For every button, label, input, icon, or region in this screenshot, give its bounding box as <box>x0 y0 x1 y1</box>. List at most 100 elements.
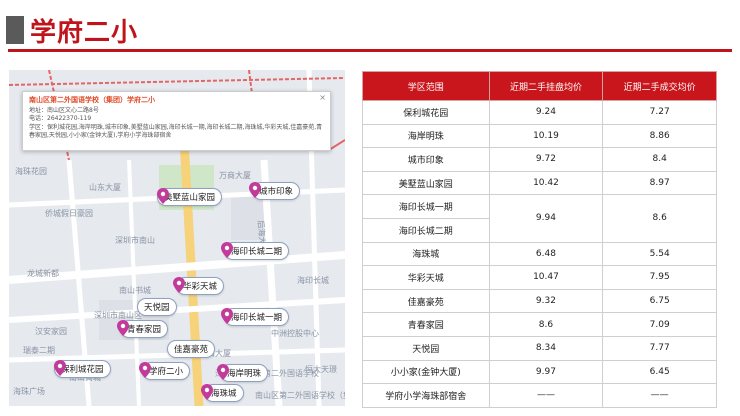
table-row: 城市印象 9.72 8.4 <box>362 147 717 172</box>
header-deal-price: 近期二手成交均价 <box>602 71 717 101</box>
map-label: 海珠广场 <box>13 387 45 396</box>
popup-title: 南山区第二外国语学校（集团）学府二小 <box>29 96 155 104</box>
cell-list: 10.19 <box>488 123 604 149</box>
map-pin[interactable]: 海印长城二期 <box>221 242 290 260</box>
pin-label: 海印长城二期 <box>224 242 290 260</box>
cell-deal: 5.54 <box>602 241 717 267</box>
header-district: 学区范围 <box>362 71 490 101</box>
cell-name: 城市印象 <box>362 147 490 172</box>
table-row: 华彩天城 10.47 7.95 <box>362 265 717 290</box>
map-pin[interactable]: 美墅蓝山家园 <box>157 188 223 206</box>
table-row: 美墅蓝山家园 10.42 8.97 <box>362 170 717 196</box>
cell-name: 学府小学海珠部宿舍 <box>362 383 490 408</box>
map-label: 山东大厦 <box>89 183 121 192</box>
map-pin-icon <box>221 242 233 258</box>
cell-list: 9.97 <box>488 359 604 385</box>
cell-name: 海印长城二期 <box>362 217 490 243</box>
map-label: 中洲控股中心 <box>271 329 319 338</box>
price-table: 学区范围 近期二手挂盘均价 近期二手成交均价 保利城花园 9.24 7.27 海岸明… <box>362 71 717 408</box>
cell-name: 海岸明珠 <box>362 123 490 149</box>
map-pin[interactable]: 海珠城 <box>201 384 244 402</box>
map-pin-icon <box>217 364 229 380</box>
cell-deal: —— <box>602 383 717 408</box>
cell-deal: 6.45 <box>602 359 717 385</box>
map-label: 龙城新都 <box>27 269 59 278</box>
title-block <box>6 16 24 44</box>
cell-name: 海印长城一期 <box>362 194 490 219</box>
table-row: 学府小学海珠部宿舍 —— —— <box>362 383 717 408</box>
cell-deal: 7.27 <box>602 100 717 125</box>
map-pin-icon <box>117 320 129 336</box>
title-bar: 学府二小 <box>0 0 740 58</box>
map-label: 侨城假日豪园 <box>45 209 93 218</box>
cell-name: 天悦园 <box>362 335 490 361</box>
cell-name: 美墅蓝山家园 <box>362 170 490 196</box>
cell-list: 9.94 <box>488 194 604 243</box>
map-label: 海珠花园 <box>15 167 47 176</box>
cell-name: 小小家(金钟大厦) <box>362 359 490 385</box>
table-row: 佳嘉豪苑 9.32 6.75 <box>362 288 717 314</box>
map-label: 万商大厦 <box>219 171 251 180</box>
map-pin[interactable]: 海印长城一期 <box>221 308 290 326</box>
table-row: 小小家(金钟大厦) 9.97 6.45 <box>362 359 717 385</box>
cell-deal: 7.77 <box>602 335 717 361</box>
map-pin[interactable]: 学府二小 <box>139 362 191 380</box>
table-row: 海印长城一期 9.94 8.6 <box>362 194 717 243</box>
cell-deal: 7.09 <box>602 312 717 337</box>
map-pin-icon <box>201 384 213 400</box>
pin-label: 海印长城一期 <box>224 308 290 326</box>
map-pin[interactable]: 保利城花园 <box>54 360 111 378</box>
map-pin-icon <box>157 188 169 204</box>
map-pin-icon <box>173 277 185 293</box>
cell-list: 8.34 <box>488 335 604 361</box>
cell-list: 10.42 <box>488 170 604 196</box>
popup-address: 地址：南山区文心二路8号 <box>29 106 99 114</box>
cell-list: —— <box>488 383 604 408</box>
cell-deal: 8.86 <box>602 123 717 149</box>
page-title: 学府二小 <box>30 18 139 48</box>
map-pin[interactable]: 青春家园 <box>117 320 169 338</box>
cell-deal: 6.75 <box>602 288 717 314</box>
map-pin-icon <box>221 308 233 324</box>
map-pin[interactable]: 海岸明珠 <box>217 364 269 382</box>
map-label: 南山书城 <box>119 286 151 295</box>
map-label: 瑞泰二期 <box>23 346 55 355</box>
cell-name: 佳嘉豪苑 <box>362 288 490 314</box>
popup-district: 学区：保利城花园,海岸明珠,城市印象,美墅蓝山家园,海印长城一期,海印长城二期,… <box>29 123 323 140</box>
cell-list: 9.72 <box>488 147 604 172</box>
cell-name: 青春家园 <box>362 312 490 337</box>
cell-deal: 8.4 <box>602 147 717 172</box>
pin-label: 天悦园 <box>137 298 177 316</box>
cell-list: 10.47 <box>488 265 604 290</box>
map[interactable]: 海珠花园 山东大厦 万商大厦 侨城假日豪园 深圳市南山 龙城新都 南山书城 深圳… <box>9 70 345 406</box>
header-list-price: 近期二手挂盘均价 <box>488 71 604 101</box>
cell-deal: 8.97 <box>602 170 717 196</box>
map-pin[interactable]: 城市印象 <box>249 182 301 200</box>
cell-deal: 8.6 <box>602 194 717 243</box>
cell-list: 9.32 <box>488 288 604 314</box>
map-label: 汉安家园 <box>35 327 67 336</box>
table-row: 青春家园 8.6 7.09 <box>362 312 717 337</box>
title-underline <box>8 49 732 52</box>
cell-name: 海珠城 <box>362 241 490 267</box>
map-pin-icon <box>139 362 151 378</box>
map-pin-icon <box>54 360 66 376</box>
table-row: 保利城花园 9.24 7.27 <box>362 100 717 125</box>
school-info-popup: × 南山区第二外国语学校（集团）学府二小 地址：南山区文心二路8号 电话：264… <box>22 91 331 151</box>
popup-phone: 电话：26422370-119 <box>29 115 92 122</box>
map-label: 南山区第二外国语学校（集团） <box>255 391 345 400</box>
table-row: 海珠城 6.48 5.54 <box>362 241 717 267</box>
map-pin-icon <box>249 182 261 198</box>
cell-list: 8.6 <box>488 312 604 337</box>
map-pin[interactable]: 佳嘉豪苑 <box>167 340 216 358</box>
close-icon[interactable]: × <box>319 93 326 103</box>
map-pin[interactable]: 天悦园 <box>137 298 177 316</box>
map-label: 深圳市南山 <box>115 236 155 245</box>
map-pin[interactable]: 华彩天城 <box>173 277 225 295</box>
cell-deal: 7.95 <box>602 265 717 290</box>
cell-name: 华彩天城 <box>362 265 490 290</box>
cell-list: 6.48 <box>488 241 604 267</box>
cell-list: 9.24 <box>488 100 604 125</box>
cell-name: 保利城花园 <box>362 100 490 125</box>
table-row: 海岸明珠 10.19 8.86 <box>362 123 717 149</box>
